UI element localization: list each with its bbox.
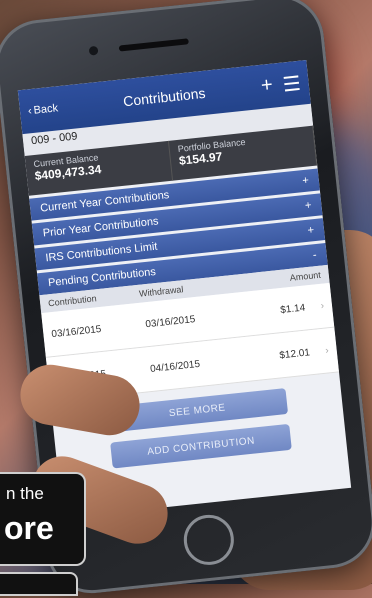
second-store-badge[interactable] — [0, 572, 78, 596]
phone-screen: ‹ Back Contributions + ☰ 009 - 009 Curre… — [17, 60, 352, 519]
expand-icon: + — [307, 224, 315, 237]
add-icon[interactable]: + — [260, 73, 274, 99]
chevron-left-icon: ‹ — [27, 105, 33, 118]
contribution-date: 03/16/2015 — [50, 323, 102, 340]
expand-icon: + — [304, 199, 313, 212]
expand-icon: + — [301, 174, 310, 188]
withdrawal-date: 03/16/2015 — [144, 313, 196, 330]
section-label: Prior Year Contributions — [42, 215, 160, 240]
badge-main-text: ore — [4, 510, 54, 546]
nav-actions: + ☰ — [260, 70, 302, 99]
chevron-right-icon: › — [320, 300, 325, 312]
back-label: Back — [33, 102, 59, 117]
badge-top-text: n the — [6, 484, 44, 503]
add-contribution-button[interactable]: ADD CONTRIBUTION — [110, 423, 292, 469]
section-label: IRS Contributions Limit — [44, 240, 159, 265]
collapse-icon: - — [312, 249, 318, 262]
menu-icon[interactable]: ☰ — [281, 70, 302, 97]
back-button[interactable]: ‹ Back — [27, 102, 58, 117]
amount: $1.14 — [279, 302, 306, 316]
app-store-badge[interactable]: n the ore — [0, 472, 86, 566]
amount: $12.01 — [278, 346, 311, 361]
withdrawal-date: 04/16/2015 — [149, 358, 201, 375]
chevron-right-icon: › — [324, 344, 330, 357]
